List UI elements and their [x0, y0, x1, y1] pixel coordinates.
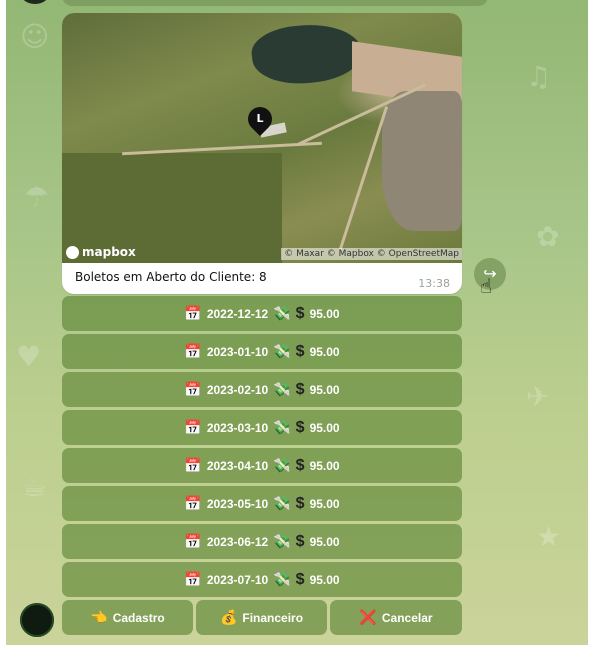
- boleto-button[interactable]: 📅 2023-04-10 💸 $95.00: [62, 448, 462, 483]
- calendar-icon: 📅: [184, 533, 202, 550]
- money-wings-icon: 💸: [273, 571, 291, 588]
- map-attribution[interactable]: © Maxar © Mapbox © OpenStreetMap: [281, 248, 462, 260]
- doodle-icon: ☂: [24, 180, 50, 213]
- map-image[interactable]: L mapbox © Maxar © Mapbox © OpenStreetMa…: [62, 13, 462, 263]
- boleto-value: 95.00: [309, 572, 340, 587]
- cancelar-label: Cancelar: [381, 610, 433, 625]
- dollar-icon: $: [295, 456, 305, 474]
- boleto-value: 95.00: [309, 344, 340, 359]
- financeiro-button[interactable]: 💰 Financeiro: [196, 600, 327, 635]
- pointing-hand-icon: 👈: [90, 609, 108, 626]
- calendar-icon: 📅: [184, 381, 202, 398]
- boleto-value: 95.00: [309, 420, 340, 435]
- previous-message-bubble: [62, 0, 488, 6]
- boleto-date: 2022-12-12: [206, 306, 269, 321]
- dollar-icon: $: [295, 342, 305, 360]
- money-wings-icon: 💸: [273, 305, 291, 322]
- boleto-row: 📅 2023-03-10 💸 $95.00: [62, 410, 462, 445]
- boleto-date: 2023-05-10: [206, 496, 269, 511]
- boleto-value: 95.00: [309, 382, 340, 397]
- action-row: 👈 Cadastro 💰 Financeiro ❌ Cancelar: [62, 600, 462, 635]
- boleto-button[interactable]: 📅 2022-12-12 💸 $95.00: [62, 296, 462, 331]
- boleto-row: 📅 2022-12-12 💸 $95.00: [62, 296, 462, 331]
- boleto-button[interactable]: 📅 2023-05-10 💸 $95.00: [62, 486, 462, 521]
- cancelar-button[interactable]: ❌ Cancelar: [330, 600, 462, 635]
- boleto-row: 📅 2023-02-10 💸 $95.00: [62, 372, 462, 407]
- money-wings-icon: 💸: [273, 381, 291, 398]
- location-message-bubble[interactable]: L mapbox © Maxar © Mapbox © OpenStreetMa…: [62, 13, 462, 294]
- message-time: 13:38: [418, 277, 450, 290]
- money-wings-icon: 💸: [273, 419, 291, 436]
- boleto-button[interactable]: 📅 2023-03-10 💸 $95.00: [62, 410, 462, 445]
- message-caption: Boletos em Aberto do Cliente: 8: [75, 270, 267, 284]
- calendar-icon: 📅: [184, 457, 202, 474]
- calendar-icon: 📅: [184, 343, 202, 360]
- boleto-row: 📅 2023-04-10 💸 $95.00: [62, 448, 462, 483]
- boleto-button[interactable]: 📅 2023-01-10 💸 $95.00: [62, 334, 462, 369]
- boleto-value: 95.00: [309, 496, 340, 511]
- dollar-icon: $: [295, 570, 305, 588]
- cadastro-button[interactable]: 👈 Cadastro: [62, 600, 193, 635]
- boleto-button[interactable]: 📅 2023-02-10 💸 $95.00: [62, 372, 462, 407]
- boleto-value: 95.00: [309, 534, 340, 549]
- money-wings-icon: 💸: [273, 533, 291, 550]
- boleto-row: 📅 2023-07-10 💸 $95.00: [62, 562, 462, 597]
- dollar-icon: $: [295, 380, 305, 398]
- boleto-button[interactable]: 📅 2023-06-12 💸 $95.00: [62, 524, 462, 559]
- money-wings-icon: 💸: [273, 343, 291, 360]
- cadastro-label: Cadastro: [112, 610, 165, 625]
- boleto-date: 2023-06-12: [206, 534, 269, 549]
- calendar-icon: 📅: [184, 571, 202, 588]
- dollar-icon: $: [295, 304, 305, 322]
- mapbox-logo: mapbox: [66, 245, 136, 259]
- mapbox-wordmark: mapbox: [82, 245, 136, 259]
- financeiro-label: Financeiro: [242, 610, 304, 625]
- dollar-icon: $: [295, 418, 305, 436]
- boleto-date: 2023-03-10: [206, 420, 269, 435]
- boleto-date: 2023-07-10: [206, 572, 269, 587]
- calendar-icon: 📅: [184, 419, 202, 436]
- doodle-icon: ♫: [526, 60, 552, 93]
- cross-mark-icon: ❌: [359, 609, 377, 626]
- dollar-icon: $: [295, 532, 305, 550]
- boleto-row: 📅 2023-05-10 💸 $95.00: [62, 486, 462, 521]
- doodle-icon: ✈: [526, 380, 550, 413]
- boleto-date: 2023-02-10: [206, 382, 269, 397]
- money-bag-icon: 💰: [219, 609, 238, 626]
- map-pin-label: L: [256, 112, 264, 125]
- boleto-row: 📅 2023-06-12 💸 $95.00: [62, 524, 462, 559]
- boleto-date: 2023-01-10: [206, 344, 269, 359]
- doodle-icon: ☺: [20, 20, 50, 53]
- bot-avatar[interactable]: [20, 603, 54, 637]
- doodle-icon: ✿: [536, 220, 560, 253]
- lake-shape: [249, 19, 365, 89]
- doodle-icon: ☕: [22, 470, 48, 503]
- dollar-icon: $: [295, 494, 305, 512]
- boleto-value: 95.00: [309, 458, 340, 473]
- calendar-icon: 📅: [184, 495, 202, 512]
- boleto-row: 📅 2023-01-10 💸 $95.00: [62, 334, 462, 369]
- money-wings-icon: 💸: [273, 457, 291, 474]
- hand-cursor-icon: ☝: [480, 274, 493, 298]
- boleto-value: 95.00: [309, 306, 340, 321]
- doodle-icon: ★: [536, 520, 562, 553]
- money-wings-icon: 💸: [273, 495, 291, 512]
- boleto-date: 2023-04-10: [206, 458, 269, 473]
- mapbox-mark-icon: [66, 245, 79, 259]
- calendar-icon: 📅: [184, 305, 202, 322]
- doodle-icon: ♥: [16, 340, 42, 373]
- boleto-button[interactable]: 📅 2023-07-10 💸 $95.00: [62, 562, 462, 597]
